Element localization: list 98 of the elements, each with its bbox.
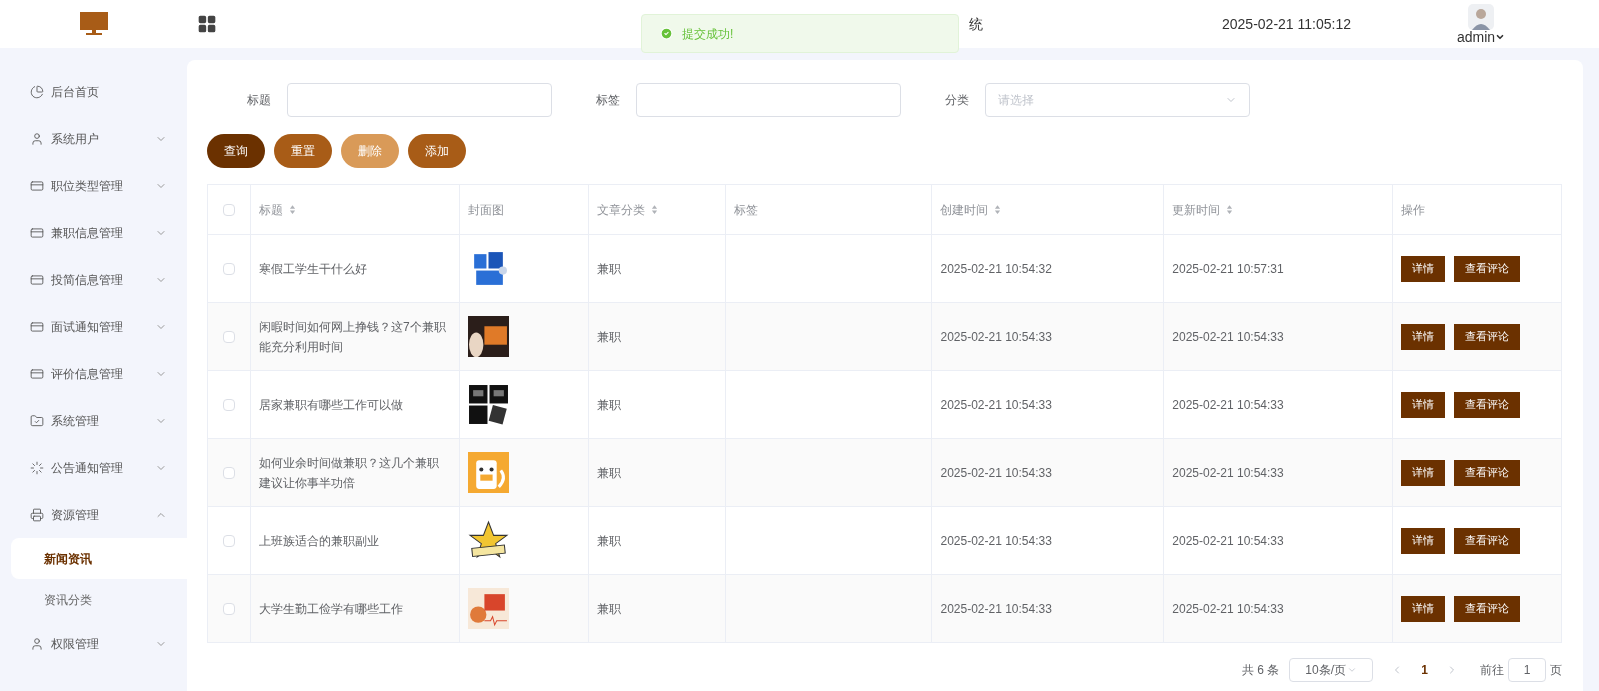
table-cell-text: 兼职	[596, 600, 621, 618]
row-action-button[interactable]: 详情	[1401, 595, 1446, 622]
table-cell-text: 2025-02-21 10:54:33	[940, 532, 1052, 550]
action-button[interactable]: 添加	[408, 134, 466, 168]
sidebar-item[interactable]: 公告通知管理	[0, 444, 187, 491]
table-cell-text: 2025-02-21 10:54:32	[940, 260, 1052, 278]
text-field[interactable]	[287, 83, 552, 117]
filter-label: 标签	[596, 92, 620, 109]
table-cell-text: 居家兼职有哪些工作可以做	[258, 396, 403, 414]
sort-icon[interactable]	[994, 204, 1002, 215]
sidebar-item[interactable]: 投简信息管理	[0, 256, 187, 303]
toast-message: 提交成功!	[682, 25, 734, 43]
page-size-select[interactable]: 10条/页	[1289, 658, 1374, 682]
sidebar-item[interactable]: 系统用户	[0, 115, 187, 162]
sort-icon[interactable]	[288, 204, 296, 215]
caret-icon	[1495, 32, 1506, 42]
action-button[interactable]: 重置	[274, 134, 332, 168]
action-button[interactable]: 查询	[207, 134, 265, 168]
sidebar-item[interactable]: 权限管理	[0, 620, 187, 667]
table-cell-text: 大学生勤工俭学有哪些工作	[258, 600, 403, 618]
table-cell-text: 2025-02-21 10:57:31	[1172, 260, 1284, 278]
row-checkbox[interactable]	[223, 398, 235, 411]
goto-page-field[interactable]: 1	[1508, 658, 1546, 682]
row-action-button[interactable]: 详情	[1401, 323, 1446, 350]
row-action-button[interactable]: 查看评论	[1454, 595, 1521, 622]
user-icon	[30, 636, 44, 651]
table-cell-text: 2025-02-21 10:54:33	[1172, 328, 1284, 346]
table-cell-text: 寒假工学生干什么好	[258, 260, 367, 278]
sidebar-item[interactable]: 面试通知管理	[0, 303, 187, 350]
sidebar-item[interactable]: 资源管理	[0, 491, 187, 538]
printer-icon	[30, 507, 44, 522]
grid-menu-icon[interactable]	[197, 14, 217, 34]
column-header: 标签	[733, 201, 758, 219]
sort-icon[interactable]	[650, 204, 658, 215]
row-action-button[interactable]: 详情	[1401, 391, 1446, 418]
select-all-checkbox[interactable]	[223, 203, 235, 216]
monitor-logo-icon	[79, 12, 108, 36]
table-cell-text: 2025-02-21 10:54:33	[940, 464, 1052, 482]
table-cell-text: 2025-02-21 10:54:33	[1172, 464, 1284, 482]
text-field[interactable]	[636, 83, 901, 117]
loader-icon	[30, 460, 44, 475]
success-icon	[660, 27, 673, 40]
table-cell-text: 兼职	[596, 260, 621, 278]
sidebar-item[interactable]: 系统管理	[0, 397, 187, 444]
row-action-button[interactable]: 查看评论	[1454, 459, 1521, 486]
row-action-button[interactable]: 详情	[1401, 527, 1446, 554]
submenu-item[interactable]: 资讯分类	[11, 579, 187, 620]
filter-label: 标题	[247, 92, 271, 109]
row-checkbox[interactable]	[223, 466, 235, 479]
current-datetime: 2025-02-21 11:05:12	[1222, 14, 1351, 34]
table-cell-text: 兼职	[596, 328, 621, 346]
folder-icon	[30, 413, 44, 428]
avatar-icon[interactable]	[1468, 4, 1495, 30]
table-cell-text: 2025-02-21 10:54:33	[1172, 396, 1284, 414]
row-action-button[interactable]: 查看评论	[1454, 527, 1521, 554]
row-action-button[interactable]: 详情	[1401, 459, 1446, 486]
sidebar-item[interactable]: 职位类型管理	[0, 162, 187, 209]
row-checkbox[interactable]	[223, 330, 235, 343]
card-icon	[30, 272, 44, 287]
user-menu[interactable]: admin	[1456, 30, 1506, 44]
row-checkbox[interactable]	[223, 602, 235, 615]
table-cell-text: 2025-02-21 10:54:33	[1172, 600, 1284, 618]
row-action-button[interactable]: 查看评论	[1454, 255, 1521, 282]
row-checkbox[interactable]	[223, 534, 235, 547]
row-action-button[interactable]: 查看评论	[1454, 323, 1521, 350]
user-icon	[30, 131, 44, 146]
system-title: 统	[969, 14, 983, 34]
table-cell-text: 兼职	[596, 396, 621, 414]
table-cell-text: 兼职	[596, 464, 621, 482]
sidebar-item[interactable]: 评价信息管理	[0, 350, 187, 397]
pie-chart-icon	[30, 84, 44, 99]
card-icon	[30, 178, 44, 193]
table-cell-text: 上班族适合的兼职副业	[258, 532, 379, 550]
total-count: 共 6 条	[1241, 662, 1280, 679]
table-cell-text: 兼职	[596, 532, 621, 550]
column-header: 操作	[1401, 201, 1426, 219]
card-icon	[30, 319, 44, 334]
dropdown-icon	[1347, 665, 1358, 675]
sidebar-item[interactable]: 兼职信息管理	[0, 209, 187, 256]
submenu-item[interactable]: 新闻资讯	[11, 538, 187, 579]
column-header: 封面图	[467, 201, 504, 219]
page-number[interactable]: 1	[1421, 661, 1428, 679]
row-checkbox[interactable]	[223, 262, 235, 275]
row-action-button[interactable]: 详情	[1401, 255, 1446, 282]
row-action-button[interactable]: 查看评论	[1454, 391, 1521, 418]
card-icon	[30, 366, 44, 381]
sidebar-item[interactable]: 后台首页	[0, 68, 187, 115]
filter-label: 分类	[945, 92, 969, 109]
goto-label: 前往	[1480, 662, 1504, 679]
table-cell-text: 2025-02-21 10:54:33	[940, 396, 1052, 414]
table-cell-text: 2025-02-21 10:54:33	[940, 328, 1052, 346]
table-cell-text: 2025-02-21 10:54:33	[940, 600, 1052, 618]
goto-suffix: 页	[1550, 662, 1562, 679]
table-cell-text: 闲暇时间如何网上挣钱？这7个兼职能充分利用时间	[258, 318, 447, 356]
sort-icon[interactable]	[1226, 204, 1234, 215]
table-cell-text: 2025-02-21 10:54:33	[1172, 532, 1284, 550]
table-cell-text: 如何业余时间做兼职？这几个兼职建议让你事半功倍	[258, 454, 440, 492]
card-icon	[30, 225, 44, 240]
